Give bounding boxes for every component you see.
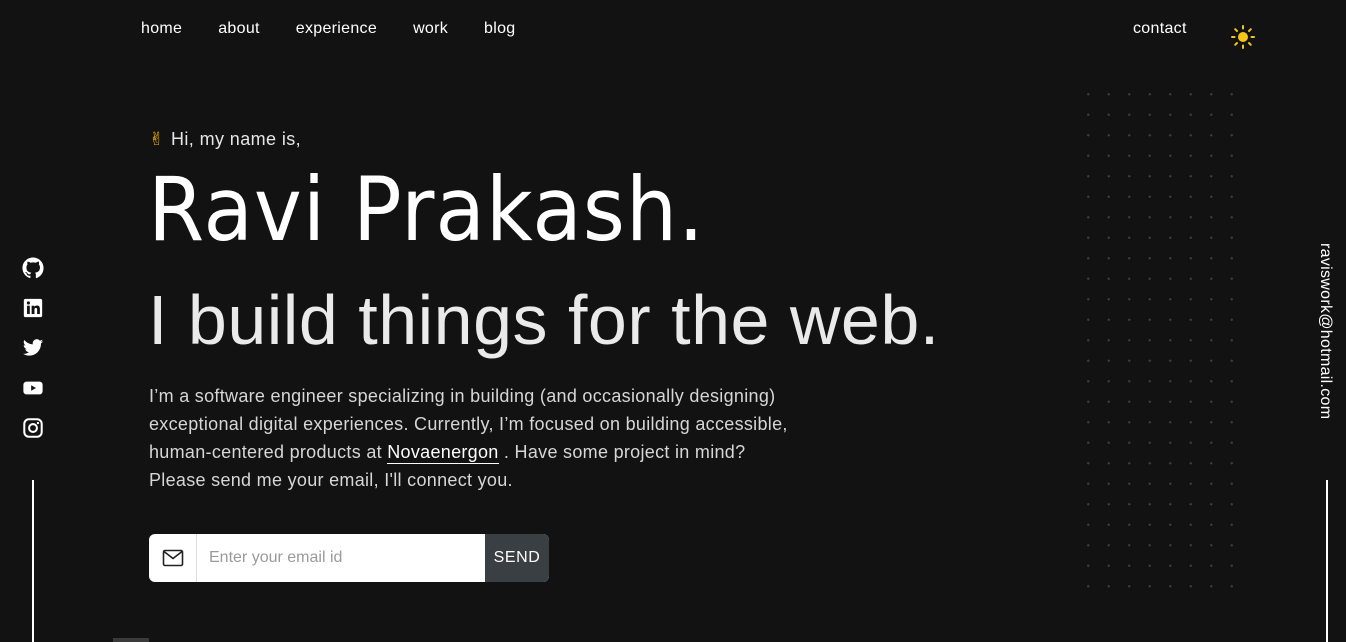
- victory-hand-icon: ✌: [149, 129, 165, 149]
- nav-contact[interactable]: contact: [1133, 20, 1187, 38]
- company-link[interactable]: Novaenergon: [387, 442, 499, 464]
- youtube-icon[interactable]: [22, 377, 44, 397]
- nav-about[interactable]: about: [218, 20, 260, 38]
- hero-intro: I’m a software engineer specializing in …: [149, 382, 789, 494]
- nav-experience[interactable]: experience: [296, 20, 377, 38]
- twitter-icon[interactable]: [22, 337, 44, 357]
- linkedin-icon[interactable]: [22, 297, 44, 318]
- scroll-indicator: [113, 638, 149, 642]
- right-divider-line: [1326, 480, 1328, 642]
- mail-icon: [149, 534, 197, 582]
- left-divider-line: [32, 480, 34, 642]
- email-signup-form: SEND: [149, 534, 549, 582]
- nav-home[interactable]: home: [141, 20, 182, 38]
- instagram-icon[interactable]: [22, 417, 44, 438]
- main-nav: home about experience work blog: [141, 20, 516, 38]
- greeting-text: Hi, my name is,: [171, 129, 302, 149]
- github-icon[interactable]: [22, 257, 44, 279]
- social-links: [22, 257, 44, 438]
- nav-work[interactable]: work: [413, 20, 448, 38]
- side-email-link[interactable]: raviswork@hotmail.com: [1316, 243, 1334, 419]
- send-button[interactable]: SEND: [485, 534, 549, 582]
- nav-blog[interactable]: blog: [484, 20, 515, 38]
- email-input[interactable]: [197, 534, 485, 582]
- page: home about experience work blog contact: [0, 0, 1346, 642]
- side-email-wrap: raviswork@hotmail.com: [1316, 243, 1340, 453]
- greeting: ✌ Hi, my name is,: [149, 129, 301, 150]
- hero-tagline: I build things for the web.: [148, 281, 940, 359]
- sun-icon[interactable]: [1230, 24, 1256, 50]
- dot-grid-decoration: [1078, 84, 1244, 600]
- hero-name: Ravi Prakash.: [148, 158, 705, 261]
